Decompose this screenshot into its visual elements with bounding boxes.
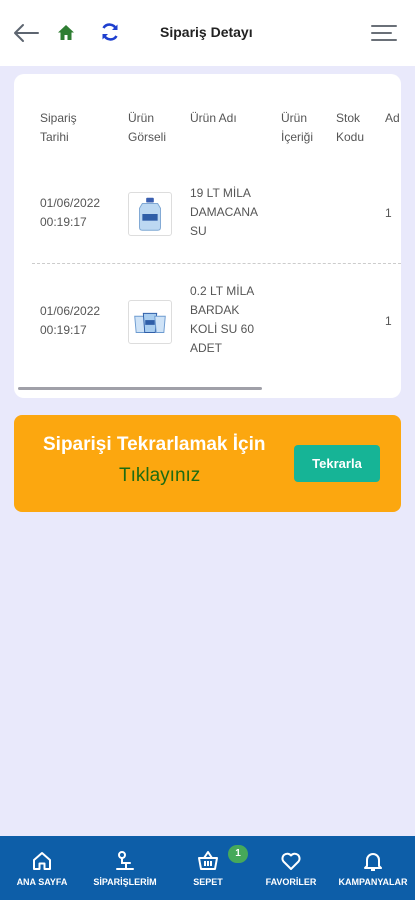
repeat-order-banner: Siparişi Tekrarlamak İçin Tıklayınız Tek… <box>14 415 401 512</box>
header-product-image: Ürün Görseli <box>128 111 167 144</box>
header-quantity: Ad <box>385 111 400 125</box>
product-image-water-jug <box>128 192 172 236</box>
repeat-order-button[interactable]: Tekrarla <box>294 445 380 482</box>
bottom-navigation: ANA SAYFA SİPARİŞLERİM SEPET FAVORİLER K… <box>0 836 415 900</box>
product-image-water-cups <box>128 300 172 344</box>
refresh-icon[interactable] <box>100 22 120 42</box>
row1-product-name: 19 LT MİLA DAMACANA SU <box>190 186 259 238</box>
row1-date: 01/06/2022 00:19:17 <box>40 196 101 229</box>
banner-text-line1: Siparişi Tekrarlamak İçin <box>43 434 266 455</box>
orders-icon <box>116 851 134 870</box>
header-order-date: Sipariş Tarihi <box>40 111 77 144</box>
nav-cart[interactable]: SEPET <box>178 836 238 900</box>
header-product-content: Ürün İçeriği <box>281 111 314 144</box>
bell-icon <box>364 853 382 871</box>
row-divider <box>32 263 401 264</box>
row2-date: 01/06/2022 00:19:17 <box>40 304 101 337</box>
order-table-card: Sipariş Tarihi Ürün Görseli Ürün Adı Ürün İ… <box>14 74 401 398</box>
nav-orders[interactable]: SİPARİŞLERİM <box>84 836 166 900</box>
page-title: Sipariş Detayı <box>160 24 253 40</box>
nav-campaigns[interactable]: KAMPANYALAR <box>334 836 412 900</box>
banner-text-line2: Tıklayınız <box>119 465 201 486</box>
header-stock-code: Stok Kodu <box>336 111 365 144</box>
nav-favorites[interactable]: FAVORİLER <box>258 836 324 900</box>
basket-icon <box>198 851 218 870</box>
nav-home[interactable]: ANA SAYFA <box>8 836 76 900</box>
back-arrow-icon[interactable] <box>12 20 40 46</box>
home-icon[interactable] <box>57 24 75 42</box>
heart-icon <box>281 852 301 870</box>
cart-count-badge: 1 <box>228 845 248 863</box>
home-outline-icon <box>33 852 51 870</box>
row1-quantity: 1 <box>385 206 392 220</box>
header-product-name: Ürün Adı <box>190 111 237 125</box>
horizontal-scrollbar[interactable] <box>18 387 262 390</box>
top-bar: Sipariş Detayı <box>0 0 415 66</box>
row2-product-name: 0.2 LT MİLA BARDAK KOLİ SU 60 ADET <box>190 284 255 355</box>
row2-quantity: 1 <box>385 314 392 328</box>
menu-icon[interactable] <box>370 22 398 44</box>
